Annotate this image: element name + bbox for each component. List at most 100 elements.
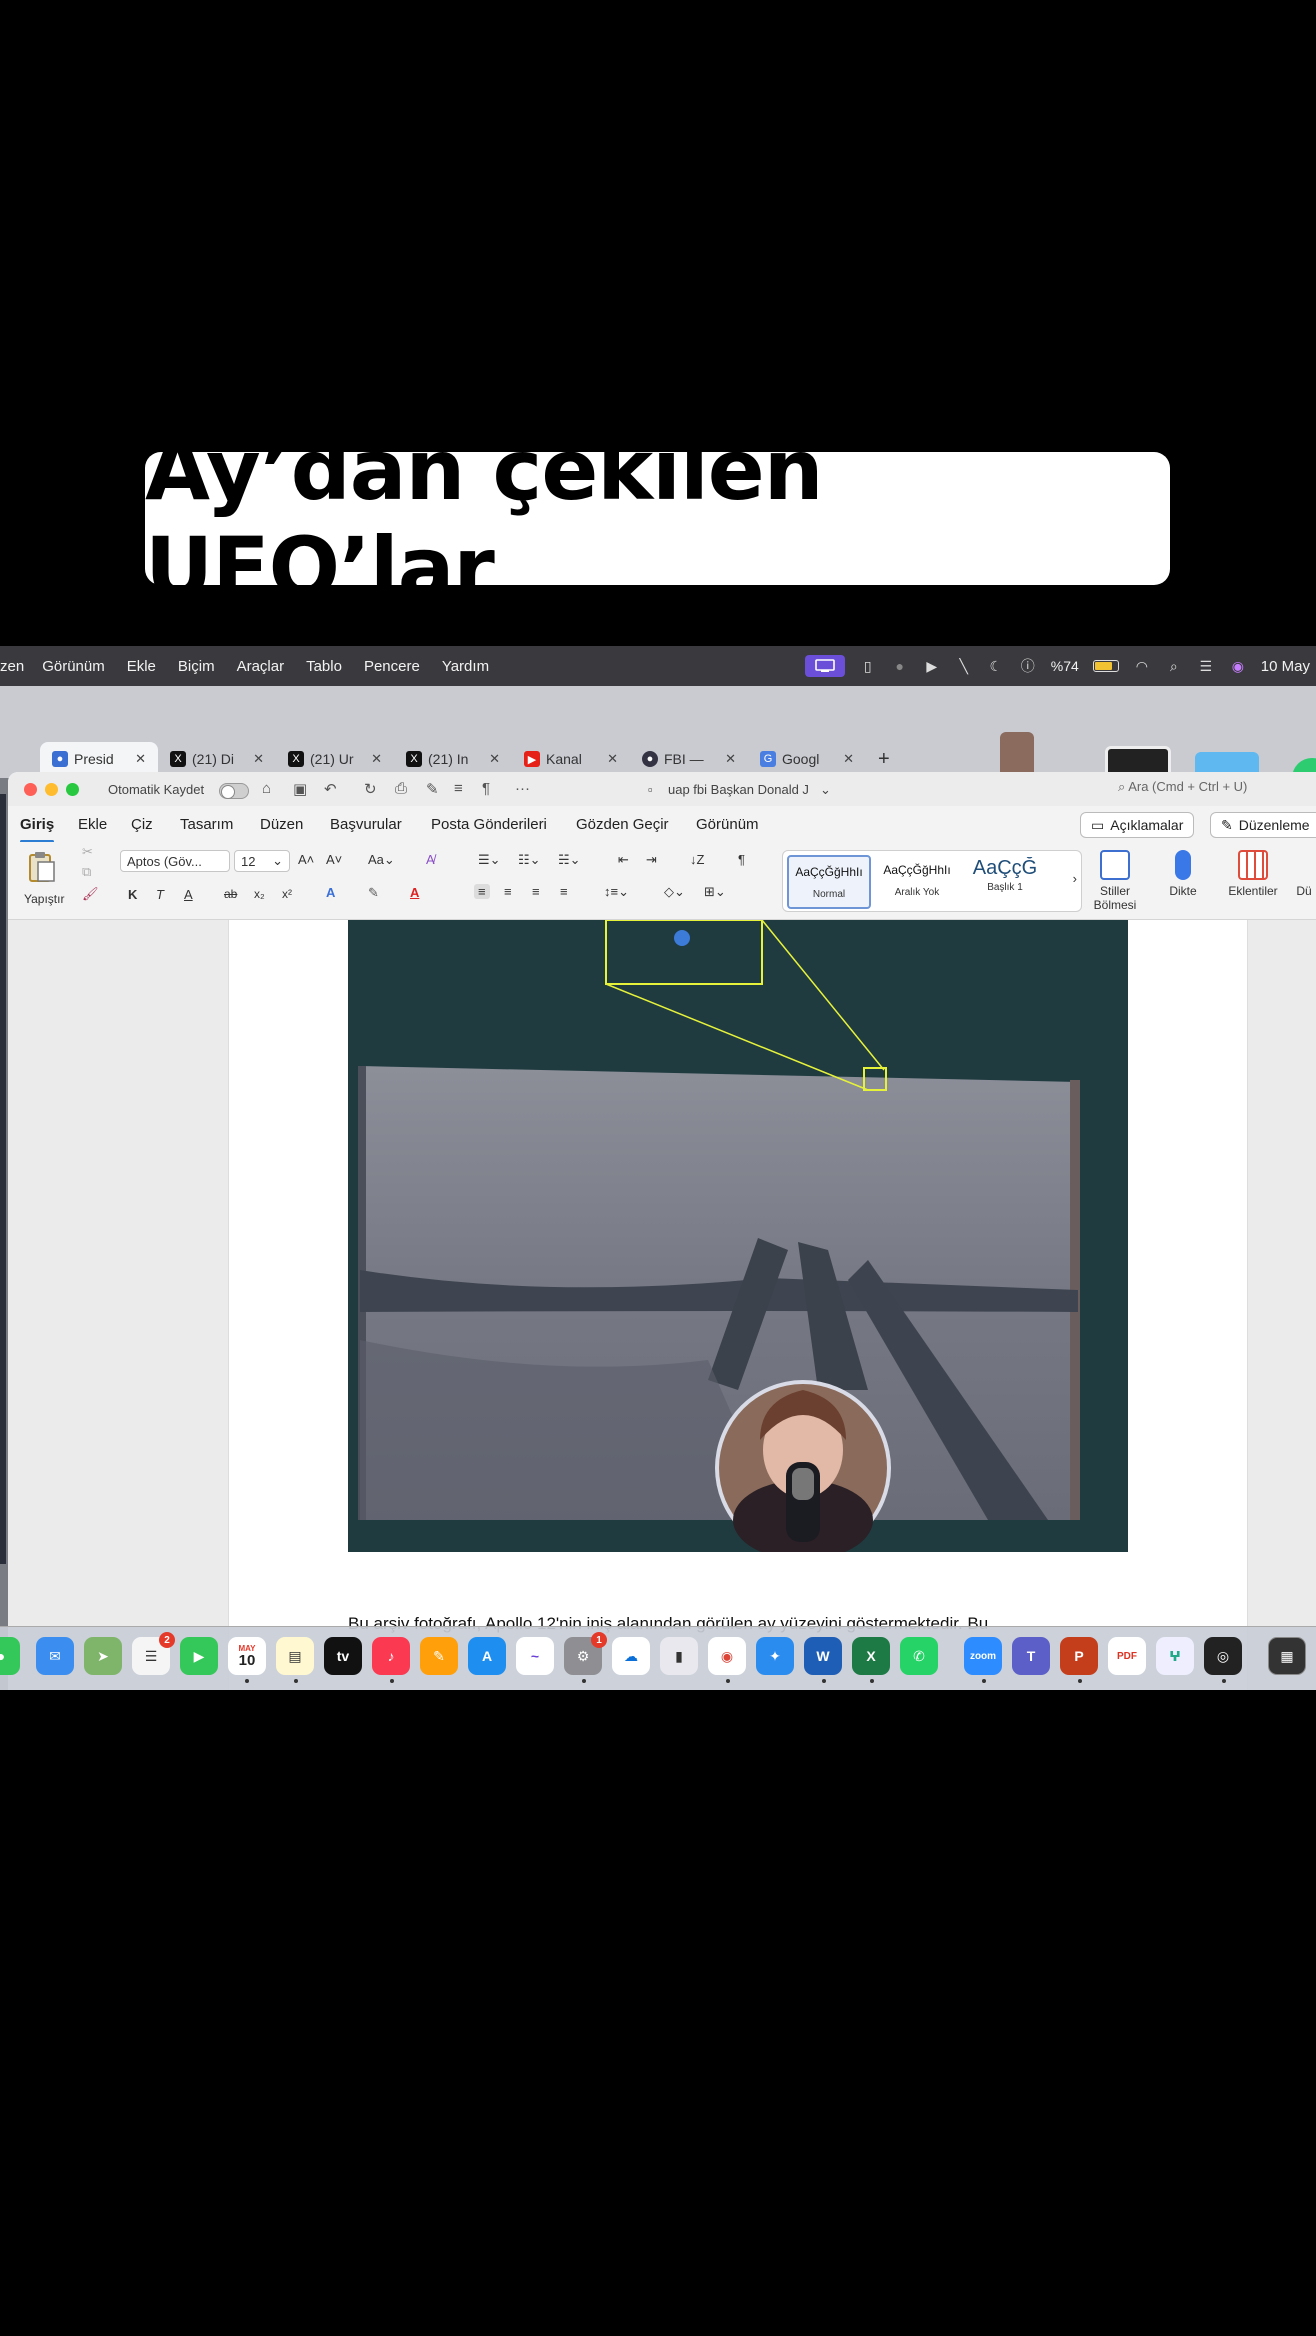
reminders-icon[interactable]: ☰ 2 xyxy=(132,1632,175,1675)
apple-tv-icon[interactable]: tv xyxy=(324,1637,362,1675)
clear-formatting-icon[interactable]: A̸ xyxy=(426,852,435,867)
format-painter-icon[interactable]: 🖌 xyxy=(82,886,99,902)
search-icon[interactable]: ⌕ xyxy=(1165,657,1183,675)
control-center-icon[interactable]: ☰ xyxy=(1197,657,1215,675)
cut-off-button[interactable]: Dü xyxy=(1284,850,1316,898)
multilevel-list-icon[interactable]: ☵⌄ xyxy=(558,852,581,868)
notes-icon[interactable]: ▤ xyxy=(276,1637,314,1675)
maps-icon[interactable]: ➤ xyxy=(84,1637,122,1675)
home-icon[interactable]: ⌂ xyxy=(262,780,271,797)
powerpoint-icon[interactable]: P xyxy=(1060,1637,1098,1675)
teams-icon[interactable]: T xyxy=(1012,1637,1050,1675)
screen-recording-icon[interactable] xyxy=(804,655,845,677)
moon-surface-photo[interactable] xyxy=(348,920,1128,1552)
document-title[interactable]: uap fbi Başkan Donald J xyxy=(668,782,809,797)
obs-icon[interactable]: ◎ xyxy=(1204,1637,1242,1675)
strikethrough-icon[interactable]: ab xyxy=(224,887,237,901)
battery-icon[interactable] xyxy=(1092,660,1119,672)
chevron-right-icon[interactable]: › xyxy=(1073,871,1077,886)
menu-item-tablo[interactable]: Tablo xyxy=(306,658,342,675)
close-icon[interactable]: ✕ xyxy=(607,751,618,767)
close-icon[interactable]: ✕ xyxy=(725,751,736,767)
subscript-icon[interactable]: x₂ xyxy=(254,887,265,901)
addins-button[interactable]: Eklentiler xyxy=(1218,850,1288,898)
zoom-window-button[interactable] xyxy=(66,783,79,796)
tab-ciz[interactable]: Çiz xyxy=(131,816,153,833)
word-icon[interactable]: W xyxy=(804,1637,842,1675)
edit-icon[interactable]: ✎ xyxy=(426,780,439,798)
editing-button[interactable]: ✎ Düzenleme xyxy=(1210,812,1316,838)
paragraph-icon[interactable]: ¶ xyxy=(482,780,490,797)
sort-icon[interactable]: ↓Z xyxy=(690,852,704,867)
decrease-indent-icon[interactable]: ⇤ xyxy=(618,852,629,868)
siri-icon[interactable]: ◉ xyxy=(1229,657,1247,675)
close-icon[interactable]: ✕ xyxy=(371,751,382,767)
chrome-icon[interactable]: ◉ xyxy=(708,1637,746,1675)
more-icon[interactable]: ··· xyxy=(515,780,530,797)
tab-tasarim[interactable]: Tasarım xyxy=(180,816,233,833)
align-left-icon[interactable]: ≡ xyxy=(474,884,490,899)
tab-giris[interactable]: Giriş xyxy=(20,816,55,843)
downloads-stack-icon[interactable]: ▦ xyxy=(1268,1637,1306,1675)
autosave-toggle[interactable] xyxy=(219,783,249,799)
save-icon[interactable]: ▣ xyxy=(293,780,307,798)
tab-gorunum[interactable]: Görünüm xyxy=(696,816,759,833)
text-effects-icon[interactable]: A xyxy=(326,885,335,900)
dictate-button[interactable]: Dikte xyxy=(1148,850,1218,898)
play-icon[interactable]: ▶ xyxy=(923,657,941,675)
freeform-icon[interactable]: ~ xyxy=(516,1637,554,1675)
wifi-icon[interactable]: ◠ xyxy=(1133,657,1151,675)
iphone-mirroring-icon[interactable]: ▮ xyxy=(660,1637,698,1675)
menu-item-pencere[interactable]: Pencere xyxy=(364,658,420,675)
browser-tab[interactable]: X (21) In ✕ xyxy=(394,742,512,776)
styles-pane-button[interactable]: Stiller Bölmesi xyxy=(1080,850,1150,912)
search-field[interactable]: ⌕ Ara (Cmd + Ctrl + U) xyxy=(1118,779,1316,801)
font-color-icon[interactable]: A xyxy=(410,885,419,900)
highlight-icon[interactable]: ✎ xyxy=(368,885,379,901)
paste-button[interactable] xyxy=(22,850,62,884)
menu-item-araclar[interactable]: Araçlar xyxy=(237,658,285,675)
style-no-spacing[interactable]: AaÇçĞğHhIı Aralık Yok xyxy=(875,855,959,909)
chevron-down-icon[interactable]: ⌄ xyxy=(820,782,831,798)
font-name-select[interactable]: Aptos (Göv... xyxy=(120,850,230,872)
redo-icon[interactable]: ↻ xyxy=(364,780,377,798)
borders-icon[interactable]: ⊞⌄ xyxy=(704,884,726,900)
shrink-font-icon[interactable]: A˅ xyxy=(326,852,342,867)
zoom-icon[interactable]: zoom xyxy=(964,1637,1002,1675)
font-size-select[interactable]: 12 ⌄ xyxy=(234,850,290,872)
undo-icon[interactable]: ↶ xyxy=(324,780,337,798)
paragraph-marks-icon[interactable]: ¶ xyxy=(738,852,745,867)
tab-gozden-gecir[interactable]: Gözden Geçir xyxy=(576,816,669,833)
numbering-icon[interactable]: ☷⌄ xyxy=(518,852,541,868)
tab-ekle[interactable]: Ekle xyxy=(78,816,107,833)
menu-item-view[interactable]: zen xyxy=(0,658,24,675)
bold-button[interactable]: K xyxy=(128,887,137,902)
pages-icon[interactable]: ✎ xyxy=(420,1637,458,1675)
style-heading-1[interactable]: AaÇçĞ Başlık 1 xyxy=(963,855,1047,909)
change-case-icon[interactable]: Aa⌄ xyxy=(368,852,395,868)
browser-tab[interactable]: ● Presid ✕ xyxy=(40,742,158,776)
system-settings-icon[interactable]: ⚙ 1 xyxy=(564,1632,607,1675)
bullets-icon[interactable]: ☰⌄ xyxy=(478,852,501,868)
browser-tab[interactable]: ● FBI — ✕ xyxy=(630,742,748,776)
messages-icon[interactable]: ● xyxy=(0,1637,20,1675)
italic-button[interactable]: T xyxy=(156,887,164,902)
browser-tab[interactable]: X (21) Di ✕ xyxy=(158,742,276,776)
underline-button[interactable]: A xyxy=(184,887,193,902)
tab-duzen[interactable]: Düzen xyxy=(260,816,303,833)
menu-item-ekle[interactable]: Ekle xyxy=(127,658,156,675)
tab-posta-gonderileri[interactable]: Posta Gönderileri xyxy=(431,816,547,833)
browser-tab[interactable]: ▶ Kanal ✕ xyxy=(512,742,630,776)
comments-button[interactable]: ▭ Açıklamalar xyxy=(1080,812,1195,838)
close-icon[interactable]: ✕ xyxy=(843,751,854,767)
excel-icon[interactable]: X xyxy=(852,1637,890,1675)
calendar-icon[interactable]: MAY 10 xyxy=(228,1637,266,1675)
music-icon[interactable]: ♪ xyxy=(372,1637,410,1675)
superscript-icon[interactable]: x² xyxy=(282,887,292,901)
slash-icon[interactable]: ╲ xyxy=(955,657,973,675)
browser-tab[interactable]: G Googl ✕ xyxy=(748,742,866,776)
close-icon[interactable]: ✕ xyxy=(135,751,146,767)
minimize-window-button[interactable] xyxy=(45,783,58,796)
onedrive-icon[interactable]: ☁ xyxy=(612,1637,650,1675)
browser-tab[interactable]: X (21) Ur ✕ xyxy=(276,742,394,776)
